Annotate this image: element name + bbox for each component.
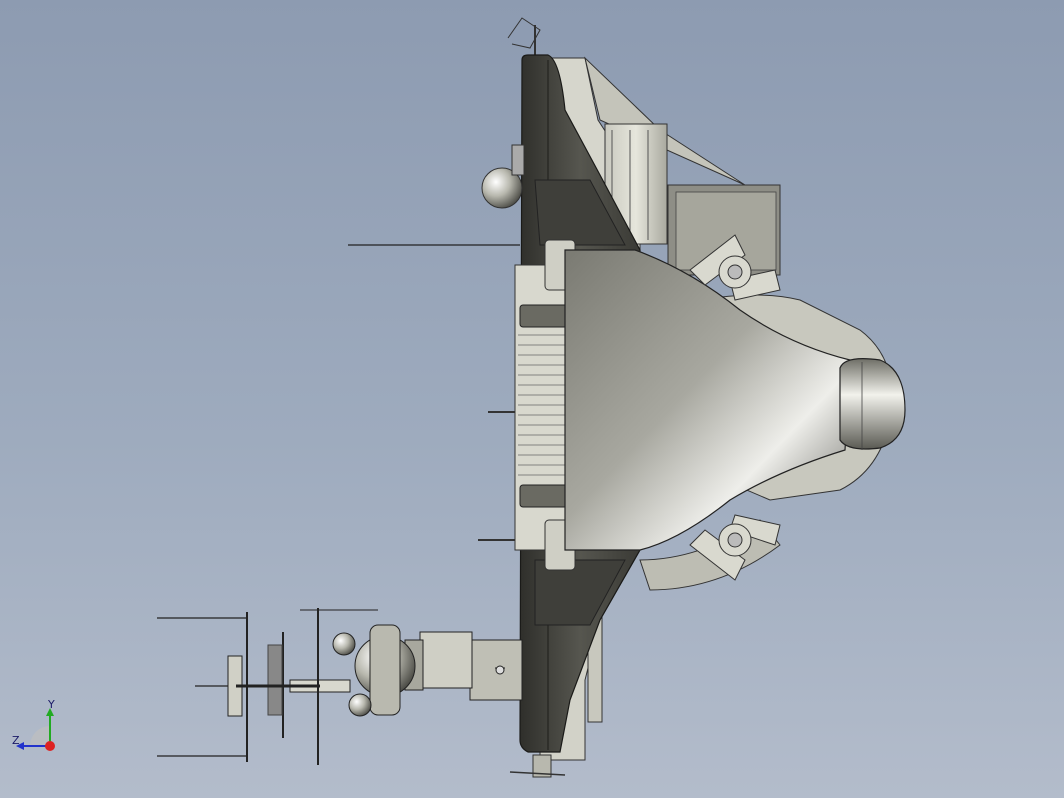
nose-cone: [839, 358, 906, 450]
triad-y-label: Y: [48, 698, 55, 711]
main-body: [564, 249, 851, 551]
x-axis-icon: [45, 741, 55, 751]
cad-viewport[interactable]: Y Z: [0, 0, 1064, 798]
orientation-triad: Y Z: [8, 696, 68, 756]
mast-assembly: [227, 608, 523, 765]
triad-z-label: Z: [12, 734, 20, 747]
ribbed-panel: [478, 239, 576, 571]
cad-model-graphic[interactable]: [0, 0, 1064, 798]
